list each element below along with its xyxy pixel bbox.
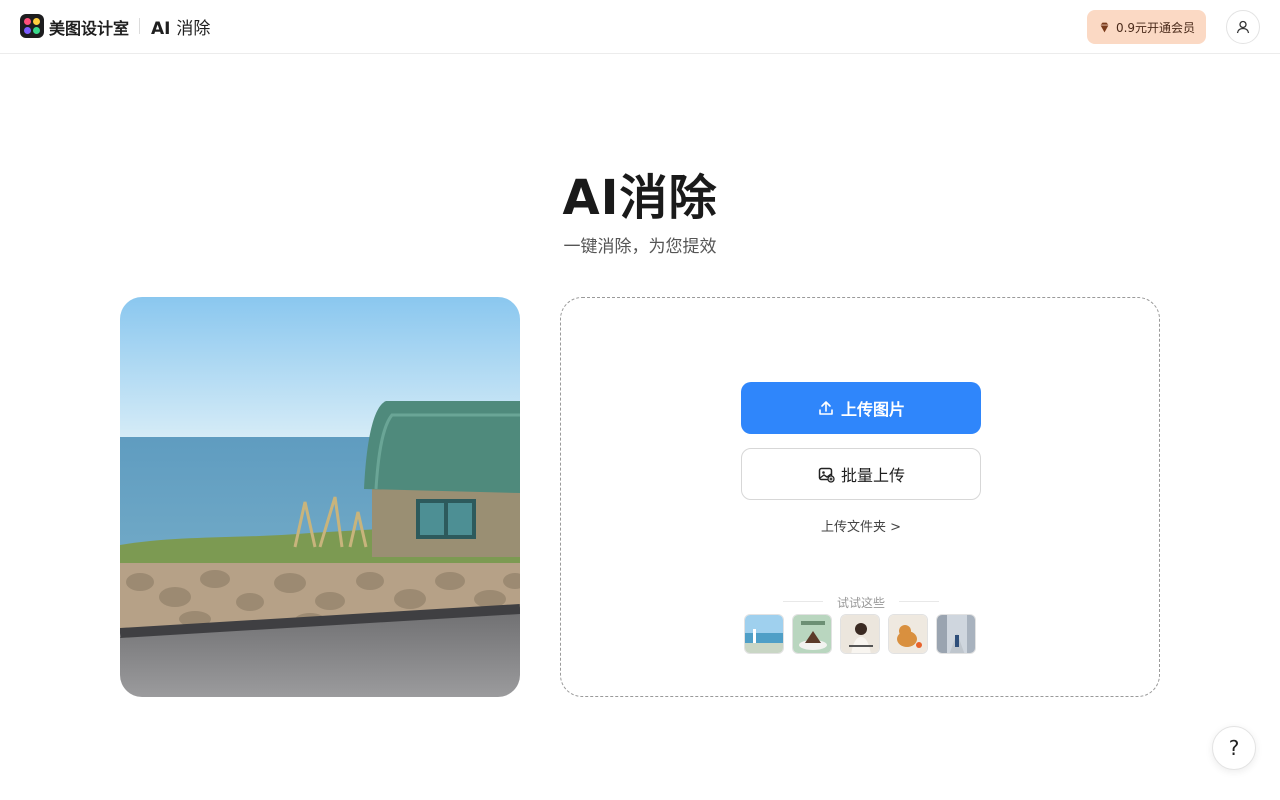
tool-name: AI 消除 xyxy=(151,14,210,39)
sample-fashion[interactable] xyxy=(840,614,880,654)
account-button[interactable] xyxy=(1226,10,1260,44)
page-title: AI消除 xyxy=(562,170,718,226)
upload-dropzone[interactable]: 上传图片 批量上传 上传文件夹 > 试试这些 xyxy=(560,297,1160,697)
sample-seaside[interactable] xyxy=(744,614,784,654)
upload-folder-link[interactable]: 上传文件夹 > xyxy=(561,516,1161,535)
preview-image xyxy=(120,297,520,697)
tool-prefix: AI xyxy=(151,19,171,39)
brand-name[interactable]: 美图设计室 xyxy=(49,15,129,39)
header-divider xyxy=(139,18,140,34)
upload-image-label: 上传图片 xyxy=(840,400,905,419)
sample-cake[interactable] xyxy=(792,614,832,654)
try-these-label: 试试这些 xyxy=(836,596,885,610)
sample-list xyxy=(744,614,976,654)
tool-name-label: 消除 xyxy=(176,19,211,39)
user-icon xyxy=(1236,20,1250,34)
upload-icon xyxy=(819,401,833,415)
top-header: 美图设计室 AI 消除 0.9元开通会员 xyxy=(0,0,1280,54)
vip-label: 0.9元开通会员 xyxy=(1115,20,1196,35)
sample-street[interactable] xyxy=(936,614,976,654)
help-button[interactable]: ? xyxy=(1212,726,1256,770)
diamond-icon xyxy=(1100,22,1109,32)
page-subtitle: 一键消除，为您提效 xyxy=(563,237,717,257)
seaside-house-photo xyxy=(120,297,520,697)
batch-upload-label: 批量上传 xyxy=(840,466,905,485)
sample-cat[interactable] xyxy=(888,614,928,654)
upload-image-button[interactable]: 上传图片 xyxy=(741,382,981,434)
batch-upload-button[interactable]: 批量上传 xyxy=(741,448,981,500)
vip-button[interactable]: 0.9元开通会员 xyxy=(1087,10,1206,44)
logo-icon[interactable] xyxy=(20,14,44,38)
batch-images-icon xyxy=(818,467,835,483)
